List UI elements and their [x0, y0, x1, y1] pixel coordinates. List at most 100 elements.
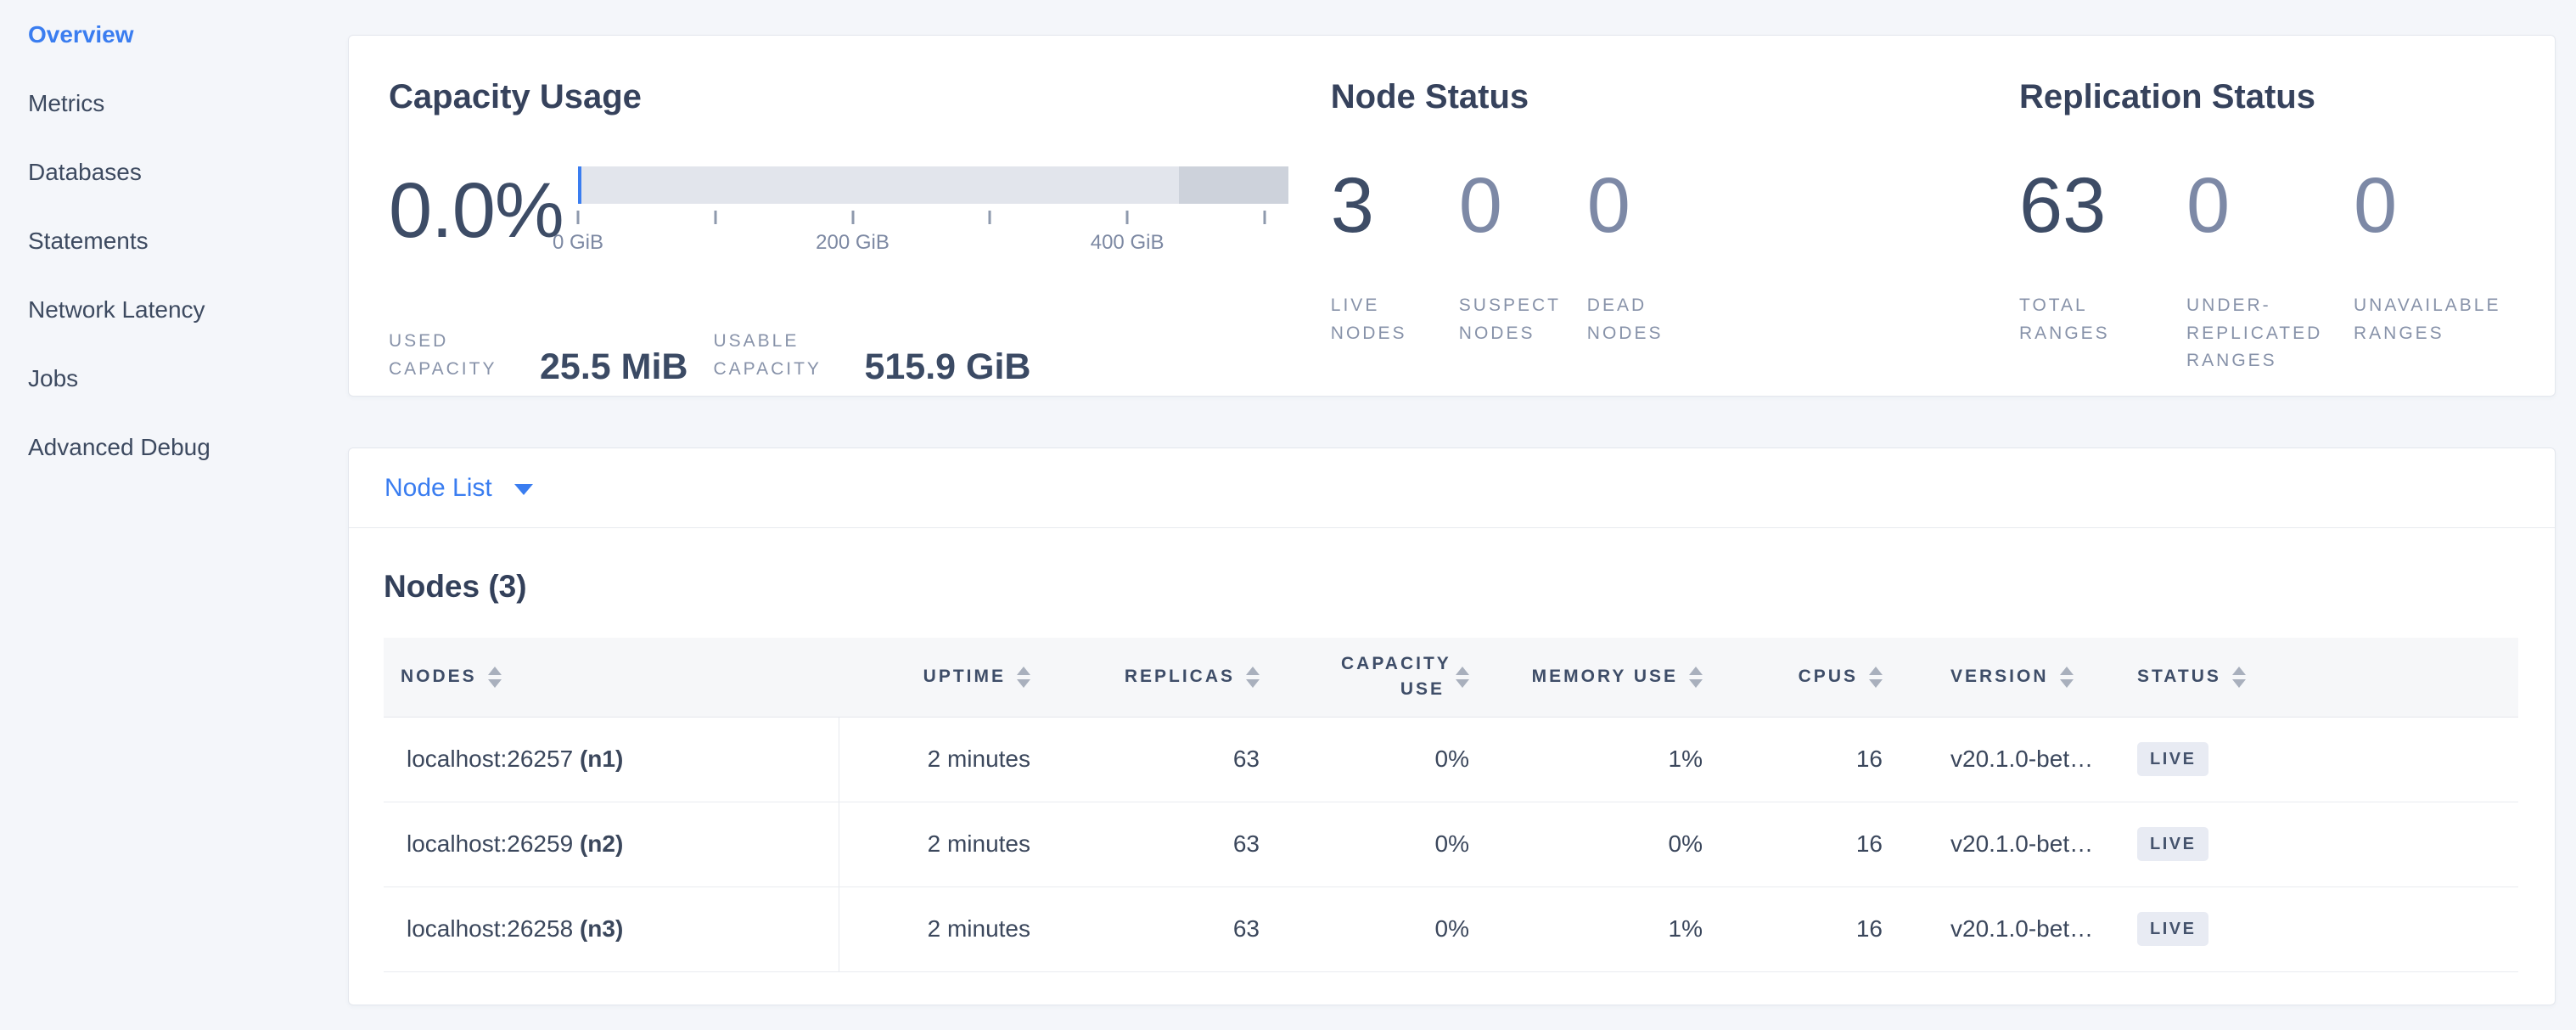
status-badge: LIVE	[2137, 912, 2208, 946]
under-replicated-ranges-value: 0	[2186, 166, 2354, 245]
uptime-cell: 2 minutes	[839, 717, 1030, 802]
node-address-cell[interactable]: localhost:26258 (n3)	[384, 886, 839, 971]
sort-icon[interactable]	[1456, 667, 1469, 688]
usable-capacity-block: USABLE CAPACITY 515.9 GiB	[713, 328, 1030, 383]
suspect-nodes-label: SUSPECT NODES	[1459, 292, 1563, 347]
column-header-replicas[interactable]: REPLICAS	[1030, 638, 1260, 717]
table-row-node-3[interactable]: localhost:26258 (n3) 2 minutes 63 0% 1% …	[384, 886, 2518, 971]
status-badge: LIVE	[2137, 742, 2208, 776]
version-cell: v20.1.0-bet…	[1883, 717, 2137, 802]
axis-tick	[851, 211, 854, 224]
column-header-status[interactable]: STATUS	[2137, 638, 2518, 717]
sidebar-item-jobs[interactable]: Jobs	[0, 344, 348, 413]
sidebar-nav: Overview Metrics Databases Statements Ne…	[0, 0, 348, 1030]
used-capacity-label: USED CAPACITY	[389, 328, 518, 383]
capacity-use-cell: 0%	[1260, 717, 1469, 802]
sidebar-item-overview[interactable]: Overview	[0, 0, 348, 69]
suspect-nodes-value: 0	[1459, 166, 1587, 245]
sort-icon[interactable]	[1017, 667, 1030, 688]
column-header-uptime[interactable]: UPTIME	[839, 638, 1030, 717]
axis-tick	[1263, 211, 1266, 224]
table-row-node-2[interactable]: localhost:26259 (n2) 2 minutes 63 0% 0% …	[384, 802, 2518, 886]
status-cell: LIVE	[2137, 717, 2518, 802]
cluster-overview-page: { "colors": { "accent_blue": "#3a7df0", …	[0, 0, 2576, 1030]
cpus-cell: 16	[1703, 886, 1883, 971]
sidebar-item-metrics[interactable]: Metrics	[0, 69, 348, 138]
sort-icon[interactable]	[1246, 667, 1260, 688]
sidebar-item-databases[interactable]: Databases	[0, 138, 348, 206]
column-header-nodes[interactable]: NODES	[384, 638, 839, 717]
capacity-usage-title: Capacity Usage	[389, 80, 1331, 114]
status-cell: LIVE	[2137, 886, 2518, 971]
axis-label-400: 400 GiB	[1091, 231, 1165, 255]
node-status-section: Node Status 3 LIVE NODES 0 SUSPECT NODES…	[1331, 80, 2019, 396]
replication-status-title: Replication Status	[2019, 80, 2521, 114]
sort-icon[interactable]	[488, 667, 502, 688]
column-header-version[interactable]: VERSION	[1883, 638, 2137, 717]
table-header-row: NODES UPTIME REPLICAS CAPACITY USE MEMOR	[384, 638, 2518, 717]
under-replicated-ranges-stat: 0 UNDER-REPLICATED RANGES	[2186, 166, 2354, 375]
axis-label-200: 200 GiB	[816, 231, 890, 255]
sort-icon[interactable]	[2232, 667, 2246, 688]
node-address: localhost:26257	[407, 746, 573, 772]
axis-label-0: 0 GiB	[553, 231, 603, 255]
under-replicated-ranges-label: UNDER-REPLICATED RANGES	[2186, 292, 2329, 375]
node-address-cell[interactable]: localhost:26259 (n2)	[384, 802, 839, 886]
unavailable-ranges-stat: 0 UNAVAILABLE RANGES	[2354, 166, 2521, 375]
column-label: VERSION	[1950, 667, 2049, 687]
column-label: CAPACITY USE	[1341, 651, 1445, 703]
node-status-stats: 3 LIVE NODES 0 SUSPECT NODES 0 DEAD NODE…	[1331, 166, 2019, 347]
uptime-cell: 2 minutes	[839, 802, 1030, 886]
dead-nodes-value: 0	[1587, 166, 1715, 245]
usable-capacity-label: USABLE CAPACITY	[713, 328, 842, 383]
live-nodes-label: LIVE NODES	[1331, 292, 1434, 347]
node-status-title: Node Status	[1331, 80, 2019, 114]
capacity-gauge-row: 0.0% 0 GiB 200 GiB 400 GiB	[389, 166, 1331, 285]
sort-icon[interactable]	[1869, 667, 1883, 688]
total-ranges-value: 63	[2019, 166, 2186, 245]
used-capacity-value: 25.5 MiB	[540, 349, 687, 386]
node-list-dropdown[interactable]: Node List	[384, 474, 492, 503]
chevron-down-icon[interactable]	[514, 484, 533, 495]
capacity-use-cell: 0%	[1260, 886, 1469, 971]
status-cell: LIVE	[2137, 802, 2518, 886]
column-header-memory-use[interactable]: MEMORY USE	[1469, 638, 1703, 717]
table-row-node-1[interactable]: localhost:26257 (n1) 2 minutes 63 0% 1% …	[384, 717, 2518, 802]
column-header-cpus[interactable]: CPUS	[1703, 638, 1883, 717]
memory-use-cell: 1%	[1469, 886, 1703, 971]
column-header-capacity-use[interactable]: CAPACITY USE	[1260, 638, 1469, 717]
total-ranges-stat: 63 TOTAL RANGES	[2019, 166, 2186, 375]
replication-status-stats: 63 TOTAL RANGES 0 UNDER-REPLICATED RANGE…	[2019, 166, 2521, 375]
node-id: (n2)	[580, 830, 623, 857]
replication-status-section: Replication Status 63 TOTAL RANGES 0 UND…	[2019, 80, 2521, 396]
sort-icon[interactable]	[2060, 667, 2074, 688]
sidebar-item-advanced-debug[interactable]: Advanced Debug	[0, 413, 348, 481]
view-selector-bar: Node List	[349, 448, 2555, 528]
suspect-nodes-stat: 0 SUSPECT NODES	[1459, 166, 1587, 347]
cpus-cell: 16	[1703, 802, 1883, 886]
sort-icon[interactable]	[1689, 667, 1703, 688]
column-label: MEMORY USE	[1532, 667, 1678, 687]
column-label: NODES	[401, 667, 477, 687]
node-address: localhost:26259	[407, 830, 573, 857]
sidebar-item-statements[interactable]: Statements	[0, 206, 348, 275]
replicas-cell: 63	[1030, 886, 1260, 971]
sidebar-item-network-latency[interactable]: Network Latency	[0, 275, 348, 344]
capacity-stats-row: USED CAPACITY 25.5 MiB USABLE CAPACITY 5…	[389, 328, 1331, 383]
total-ranges-label: TOTAL RANGES	[2019, 292, 2162, 347]
live-nodes-value: 3	[1331, 166, 1459, 245]
dead-nodes-label: DEAD NODES	[1587, 292, 1691, 347]
capacity-use-cell: 0%	[1260, 802, 1469, 886]
cpus-cell: 16	[1703, 717, 1883, 802]
column-label: UPTIME	[923, 667, 1006, 687]
column-label: STATUS	[2137, 667, 2221, 687]
main-content: Capacity Usage 0.0% 0 GiB 200 GiB 400 Gi…	[348, 0, 2556, 1005]
nodes-table: NODES UPTIME REPLICAS CAPACITY USE MEMOR	[384, 638, 2518, 972]
node-address-cell[interactable]: localhost:26257 (n1)	[384, 717, 839, 802]
column-label: REPLICAS	[1125, 667, 1235, 687]
unavailable-ranges-value: 0	[2354, 166, 2521, 245]
live-nodes-stat: 3 LIVE NODES	[1331, 166, 1459, 347]
used-capacity-block: USED CAPACITY 25.5 MiB	[389, 328, 687, 383]
nodes-count-heading: Nodes (3)	[384, 571, 2517, 602]
unavailable-ranges-label: UNAVAILABLE RANGES	[2354, 292, 2496, 347]
